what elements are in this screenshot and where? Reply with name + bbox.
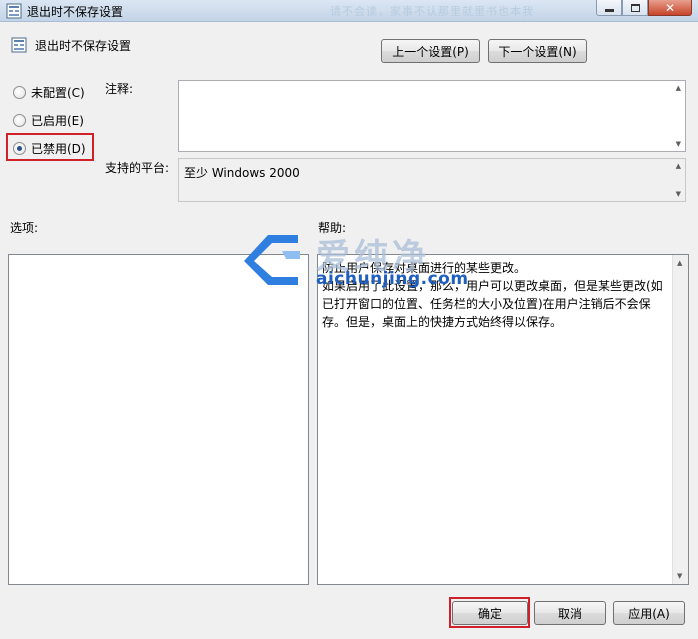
apply-button[interactable]: 应用(A) bbox=[613, 601, 685, 625]
title-bar: 退出时不保存设置 请不会读，家事不认那里就里书也本我 ✕ bbox=[0, 0, 698, 22]
comment-textarea[interactable]: ▲ ▼ bbox=[178, 80, 686, 152]
scroll-up-icon[interactable]: ▲ bbox=[676, 84, 681, 92]
help-paragraph: 防止用户保存对桌面进行的某些更改。 bbox=[322, 261, 527, 275]
ok-button[interactable]: 确定 bbox=[452, 601, 528, 625]
policy-settings-icon bbox=[11, 37, 27, 53]
next-setting-button[interactable]: 下一个设置(N) bbox=[488, 39, 587, 63]
policy-settings-icon bbox=[6, 3, 22, 19]
minimize-icon bbox=[604, 9, 614, 12]
options-panel bbox=[8, 254, 309, 585]
close-icon: ✕ bbox=[664, 0, 676, 15]
title-background-text: 请不会读，家事不认那里就里书也本我 bbox=[330, 5, 534, 17]
radio-disabled[interactable]: 已禁用(D) bbox=[13, 140, 86, 157]
help-text: 防止用户保存对桌面进行的某些更改。 如果启用了此设置，那么，用户可以更改桌面，但… bbox=[322, 259, 668, 331]
help-label: 帮助: bbox=[318, 221, 347, 235]
radio-not-configured[interactable]: 未配置(C) bbox=[13, 84, 85, 101]
radio-button[interactable] bbox=[13, 86, 26, 99]
radio-label: 未配置(C) bbox=[31, 86, 85, 100]
scroll-up-icon[interactable]: ▲ bbox=[676, 162, 681, 170]
radio-label: 已禁用(D) bbox=[31, 142, 86, 156]
options-label: 选项: bbox=[10, 221, 39, 235]
help-scrollbar[interactable]: ▲ ▼ bbox=[672, 255, 688, 584]
comment-scrollbar[interactable]: ▲ ▼ bbox=[670, 81, 685, 151]
radio-enabled[interactable]: 已启用(E) bbox=[13, 112, 84, 129]
platform-field: 至少 Windows 2000 ▲ ▼ bbox=[178, 158, 686, 202]
cancel-button[interactable]: 取消 bbox=[534, 601, 606, 625]
scroll-down-icon[interactable]: ▼ bbox=[676, 140, 681, 148]
window-title: 退出时不保存设置 bbox=[27, 5, 124, 19]
maximize-button[interactable] bbox=[622, 0, 648, 16]
radio-button[interactable] bbox=[13, 114, 26, 127]
comment-label: 注释: bbox=[105, 82, 134, 96]
setting-name: 退出时不保存设置 bbox=[35, 39, 132, 53]
maximize-icon bbox=[630, 3, 640, 12]
platform-value: 至少 Windows 2000 bbox=[184, 166, 300, 180]
previous-setting-button[interactable]: 上一个设置(P) bbox=[381, 39, 480, 63]
radio-label: 已启用(E) bbox=[31, 114, 84, 128]
help-paragraph: 如果启用了此设置，那么，用户可以更改桌面，但是某些更改(如已打开窗口的位置、任务… bbox=[322, 279, 663, 329]
platform-scrollbar[interactable]: ▲ ▼ bbox=[670, 159, 685, 201]
platform-label: 支持的平台: bbox=[105, 161, 170, 175]
scroll-down-icon[interactable]: ▼ bbox=[677, 572, 682, 580]
scroll-up-icon[interactable]: ▲ bbox=[677, 259, 682, 267]
minimize-button[interactable] bbox=[596, 0, 622, 16]
radio-button-selected[interactable] bbox=[13, 142, 26, 155]
close-button[interactable]: ✕ bbox=[648, 0, 692, 16]
scroll-down-icon[interactable]: ▼ bbox=[676, 190, 681, 198]
help-panel: 防止用户保存对桌面进行的某些更改。 如果启用了此设置，那么，用户可以更改桌面，但… bbox=[317, 254, 689, 585]
radio-selected-dot bbox=[17, 146, 22, 151]
